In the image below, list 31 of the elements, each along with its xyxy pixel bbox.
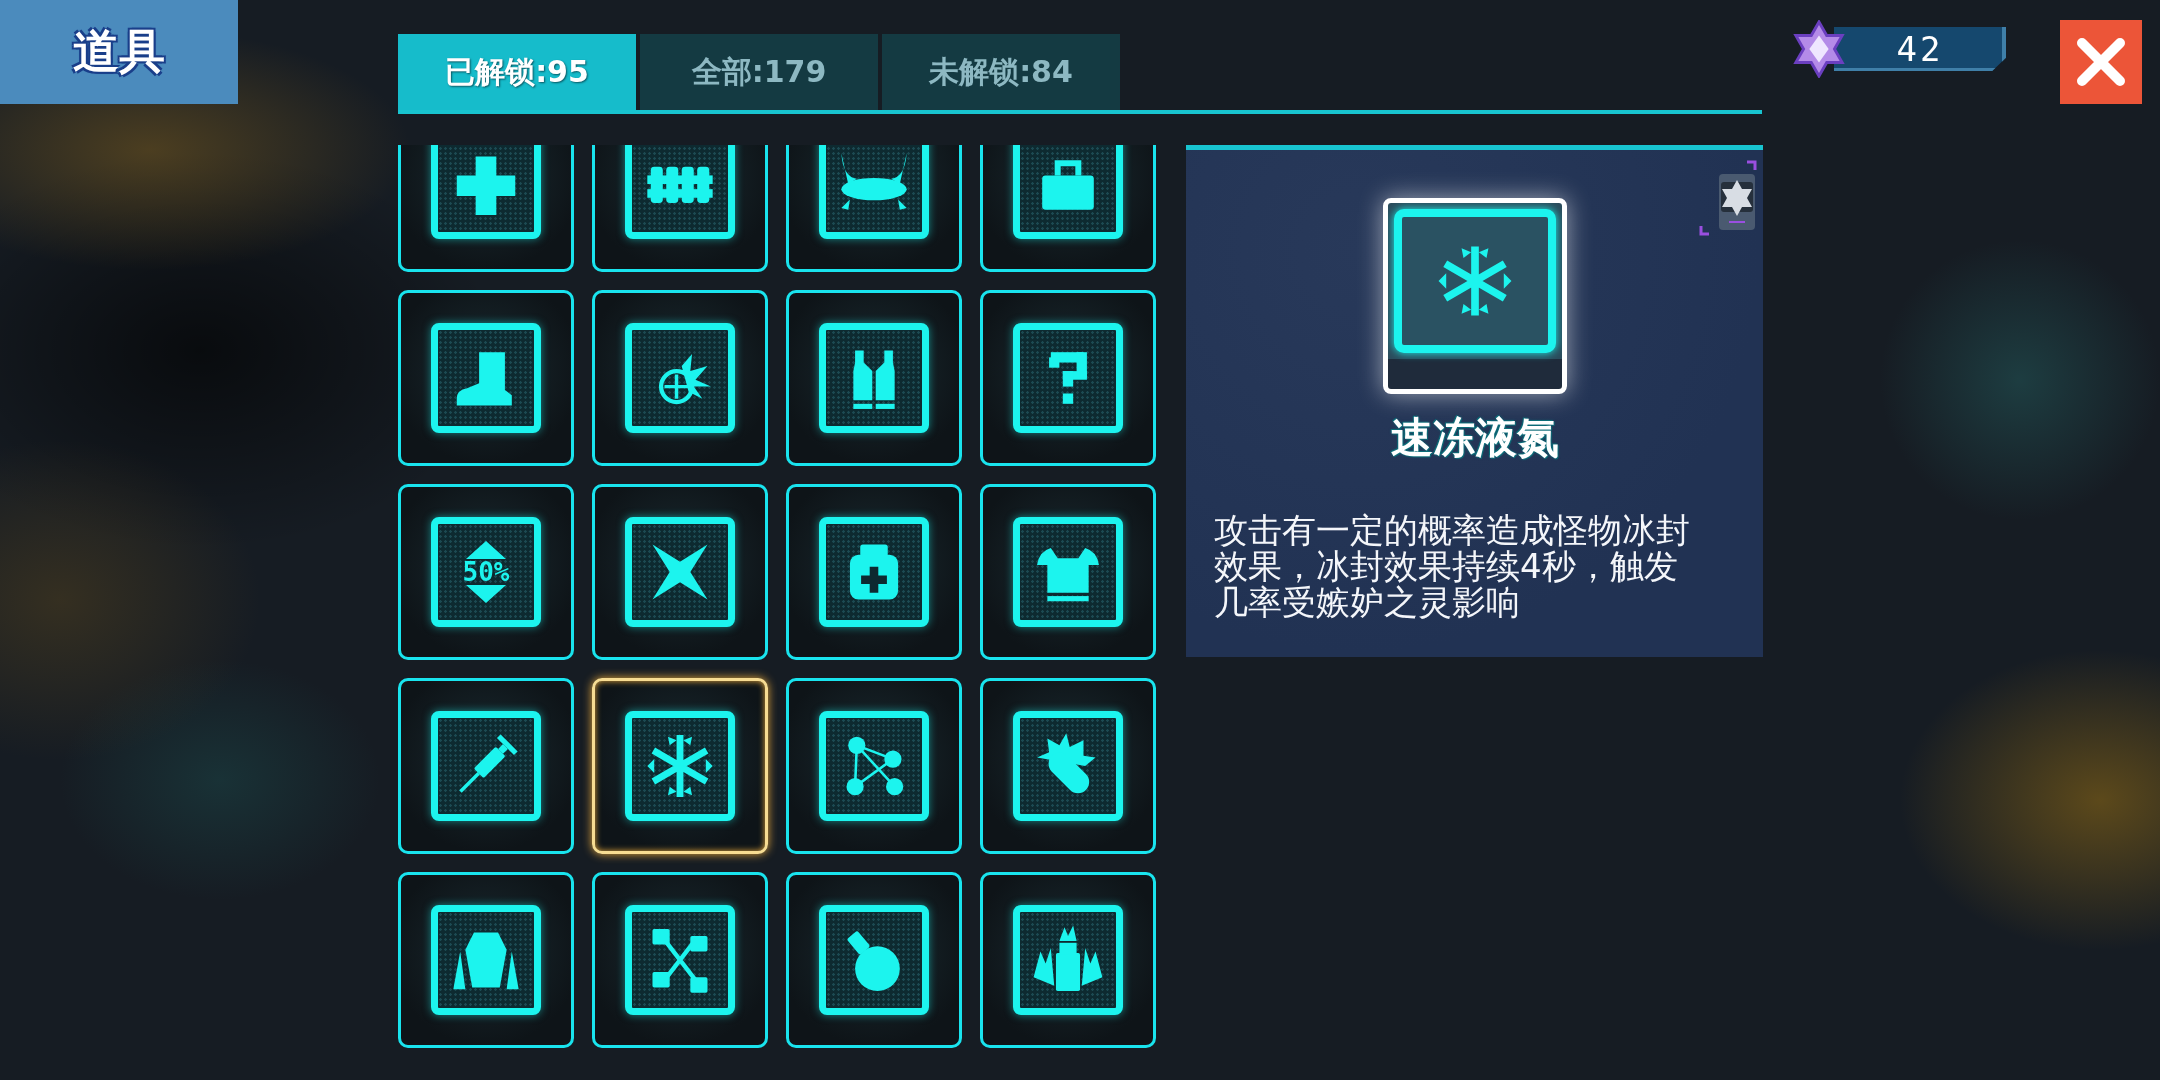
item-slot[interactable] — [398, 678, 574, 854]
arrow-up-icon — [466, 541, 506, 559]
item-name: 速冻液氮 — [1390, 412, 1559, 464]
arrow-down-icon — [466, 585, 506, 603]
item-slot[interactable] — [592, 484, 768, 660]
close-button[interactable] — [2060, 20, 2142, 104]
item-slot[interactable] — [980, 872, 1156, 1048]
item-slot[interactable] — [398, 145, 574, 272]
item-slot[interactable] — [980, 145, 1156, 272]
item-slot[interactable] — [980, 290, 1156, 466]
item-label: 50% — [462, 559, 510, 585]
item-slot[interactable] — [592, 872, 768, 1048]
page-title: 道具 — [0, 0, 238, 104]
item-slot[interactable] — [592, 145, 768, 272]
currency-amount: 42 — [1834, 27, 2006, 71]
item-slot[interactable] — [980, 678, 1156, 854]
item-slot[interactable] — [786, 678, 962, 854]
item-slot[interactable] — [786, 872, 962, 1048]
close-icon — [2076, 37, 2126, 87]
item-slot[interactable]: 50% — [398, 484, 574, 660]
item-description: 攻击有一定的概率造成怪物冰封效果，冰封效果持续4秒，触发几率受嫉妒之灵影响 — [1214, 512, 1691, 620]
filter-tab[interactable]: 未解锁:84 — [882, 34, 1120, 110]
item-slot[interactable] — [592, 678, 768, 854]
item-slot[interactable] — [786, 484, 962, 660]
item-slot[interactable] — [592, 290, 768, 466]
item-slot[interactable] — [786, 145, 962, 272]
item-slot[interactable] — [980, 484, 1156, 660]
item-slot[interactable] — [398, 290, 574, 466]
item-slot[interactable] — [786, 290, 962, 466]
filter-tab[interactable]: 全部:179 — [640, 34, 878, 110]
item-slot[interactable] — [398, 872, 574, 1048]
